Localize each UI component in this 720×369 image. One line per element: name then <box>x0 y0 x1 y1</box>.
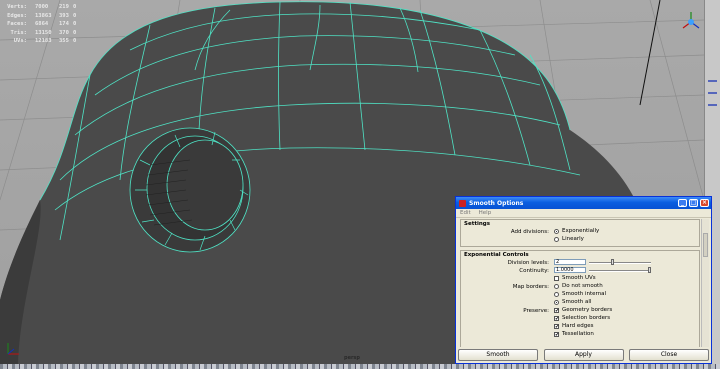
continuity-label: Continuity: <box>519 268 549 274</box>
menu-edit[interactable]: Edit <box>460 210 471 216</box>
radio-smooth-all[interactable]: Smooth all <box>554 299 591 305</box>
view-cube-icon[interactable] <box>680 10 702 34</box>
checkbox-label: Tessellation <box>562 331 594 337</box>
hud-label: Tris: <box>10 29 27 36</box>
hud-value: 13150 <box>35 29 52 36</box>
dialog-button-row: Smooth Apply Close <box>458 349 709 361</box>
dialog-scrollbar[interactable] <box>701 219 709 347</box>
radio-button-icon[interactable] <box>554 283 559 289</box>
panel-marker <box>708 92 717 94</box>
checkbox-label: Hard edges <box>562 323 594 329</box>
continuity-input[interactable]: 1.0000 <box>554 267 586 273</box>
hard-edges-checkbox[interactable]: ✔ Hard edges <box>554 323 594 329</box>
radio-button-icon[interactable] <box>554 228 559 234</box>
selection-borders-checkbox[interactable]: ✔ Selection borders <box>554 315 610 321</box>
radio-button-icon[interactable] <box>554 291 559 297</box>
hud-percent: 0 <box>73 12 77 19</box>
hud-value: 7000 <box>35 4 49 10</box>
dialog-menubar: Edit Help <box>456 209 711 218</box>
settings-frame: Settings Add divisions: Exponentially Li… <box>460 219 700 247</box>
close-button[interactable]: Close <box>629 349 709 361</box>
menu-help[interactable]: Help <box>479 210 492 216</box>
hud-percent: 0 <box>73 21 77 27</box>
slider-knob[interactable] <box>648 267 651 273</box>
smooth-options-dialog: Smooth Options _ □ × Edit Help Settings … <box>455 196 712 364</box>
hud-selected: 370 <box>59 29 69 36</box>
hud-percent: 0 <box>73 29 77 36</box>
hud-value: 13863 <box>35 12 52 19</box>
hud-label: Faces: <box>7 21 27 27</box>
radio-label: Linearly <box>562 236 584 242</box>
radio-label: Smooth internal <box>562 291 607 297</box>
hud-label: Edges: <box>7 12 27 19</box>
preserve-label: Preserve: <box>523 308 549 314</box>
division-levels-input[interactable]: 2 <box>554 259 586 265</box>
checkbox-icon[interactable] <box>554 275 559 281</box>
checkbox-label: Smooth UVs <box>562 275 596 281</box>
settings-title: Settings <box>464 221 490 227</box>
hud-label: UVs: <box>13 38 27 44</box>
smooth-button[interactable]: Smooth <box>458 349 538 361</box>
poly-count-hud: Verts: 7000 219 0 Edges: 13863 393 0 Fac… <box>5 3 83 46</box>
division-levels-slider[interactable] <box>589 259 651 265</box>
continuity-slider[interactable] <box>589 267 651 273</box>
geometry-borders-checkbox[interactable]: ✔ Geometry borders <box>554 307 612 313</box>
maya-app-icon <box>459 199 466 207</box>
checkbox-icon[interactable]: ✔ <box>554 315 559 321</box>
radio-button-icon[interactable] <box>554 299 559 305</box>
hud-selected: 393 <box>59 12 69 19</box>
division-levels-label: Division levels: <box>507 260 549 266</box>
smooth-uvs-checkbox[interactable]: Smooth UVs <box>554 275 596 281</box>
exponential-controls-frame: Exponential Controls Division levels: 2 … <box>460 250 700 347</box>
panel-marker <box>708 104 717 106</box>
checkbox-icon[interactable]: ✔ <box>554 323 559 329</box>
radio-linearly[interactable]: Linearly <box>554 236 584 242</box>
close-icon[interactable]: × <box>700 199 709 207</box>
radio-label: Exponentially <box>562 228 600 234</box>
add-divisions-label: Add divisions: <box>510 229 549 235</box>
radio-smooth-internal[interactable]: Smooth internal <box>554 291 606 297</box>
radio-button-icon[interactable] <box>554 236 559 242</box>
tessellation-checkbox[interactable]: ✔ Tessellation <box>554 331 594 337</box>
exponential-title: Exponential Controls <box>464 252 529 258</box>
hud-value: 6864 <box>35 21 49 27</box>
hud-selected: 219 <box>59 4 69 10</box>
hud-row-faces: Faces: 6864 174 0 <box>5 20 83 29</box>
hud-row-verts: Verts: 7000 219 0 <box>5 3 83 12</box>
scrollbar-thumb[interactable] <box>703 233 708 257</box>
radio-label: Smooth all <box>562 299 592 305</box>
slider-knob[interactable] <box>611 259 615 265</box>
checkbox-label: Geometry borders <box>562 307 613 313</box>
dialog-body: Settings Add divisions: Exponentially Li… <box>460 219 700 347</box>
hud-percent: 0 <box>73 38 77 44</box>
hud-selected: 174 <box>59 21 69 27</box>
hud-percent: 0 <box>73 4 77 10</box>
checkbox-icon[interactable]: ✔ <box>554 307 559 313</box>
hud-selected: 355 <box>59 38 69 44</box>
taskbar-strip <box>0 364 720 369</box>
dialog-titlebar[interactable]: Smooth Options _ □ × <box>456 197 711 209</box>
apply-button[interactable]: Apply <box>543 349 624 361</box>
axis-indicator-icon <box>7 343 19 355</box>
minimize-icon[interactable]: _ <box>678 199 687 207</box>
hud-label: Verts: <box>7 4 27 10</box>
panel-marker <box>708 80 717 82</box>
hud-row-tris: Tris: 13150 370 0 <box>5 29 83 38</box>
radio-do-not-smooth[interactable]: Do not smooth <box>554 283 603 289</box>
dialog-title: Smooth Options <box>469 199 524 207</box>
hud-value: 12183 <box>35 38 52 44</box>
map-borders-label: Map borders: <box>512 284 549 290</box>
camera-label: persp <box>344 355 360 361</box>
mesh-hole[interactable] <box>129 127 251 253</box>
radio-label: Do not smooth <box>562 283 603 289</box>
hud-row-edges: Edges: 13863 393 0 <box>5 12 83 21</box>
radio-exponentially[interactable]: Exponentially <box>554 228 599 234</box>
maximize-icon[interactable]: □ <box>689 199 698 207</box>
checkbox-label: Selection borders <box>562 315 611 321</box>
hud-row-uvs: UVs: 12183 355 0 <box>5 37 83 46</box>
checkbox-icon[interactable]: ✔ <box>554 331 559 337</box>
